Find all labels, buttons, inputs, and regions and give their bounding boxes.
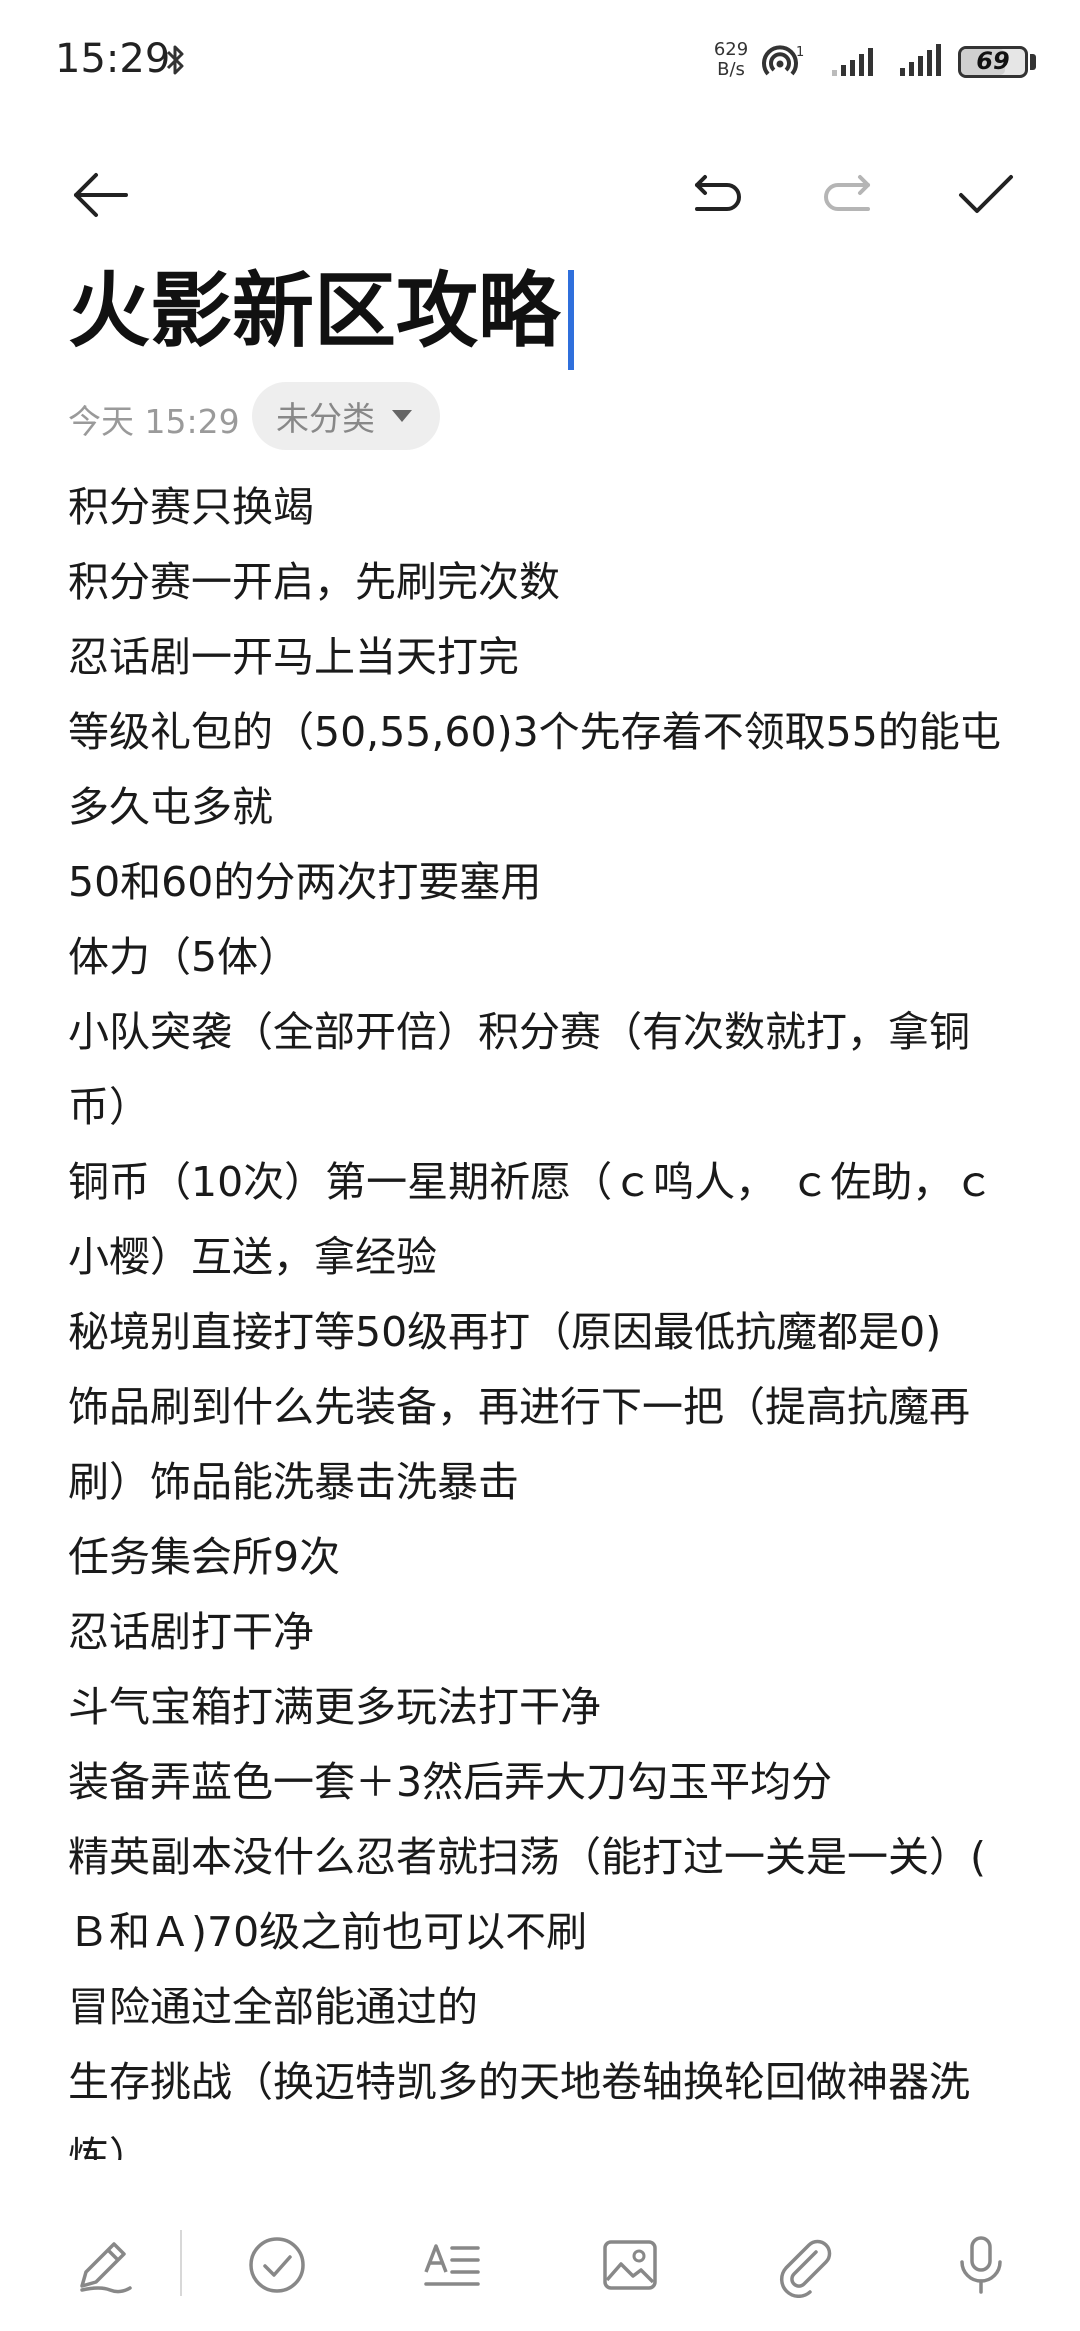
note-line: 冒险通过全部能通过的 — [68, 1983, 478, 2031]
note-line: 忍话剧打干净 — [68, 1608, 314, 1656]
status-time: 15:29 — [55, 36, 171, 82]
back-arrow-icon — [74, 173, 128, 217]
hotspot-icon: 1 — [762, 45, 804, 76]
note-line: 50和60的分两次打要塞用 — [68, 858, 542, 906]
note-line: 装备弄蓝色一套＋3然后弄大刀勾玉平均分 — [68, 1758, 833, 1806]
battery-tip — [1030, 54, 1036, 70]
note-line: 小队突袭（全部开倍）积分赛（有次数就打，拿铜币） — [68, 1008, 970, 1131]
note-line: 忍话剧一开马上当天打完 — [68, 633, 519, 681]
note-line: 积分赛一开启，先刷完次数 — [68, 558, 560, 606]
note-line: 积分赛只换竭 — [68, 483, 314, 531]
checklist-button[interactable] — [232, 2220, 322, 2310]
network-speed-unit: B/s — [717, 59, 745, 80]
battery-percent: 69 — [976, 47, 1010, 75]
attachment-button[interactable] — [760, 2220, 850, 2310]
bluetooth-icon — [166, 45, 184, 75]
network-speed-value: 629 — [713, 39, 749, 60]
note-body-editor[interactable]: 积分赛只换竭积分赛一开启，先刷完次数 忍话剧一开马上当天打完等级礼包的（50,55… — [68, 470, 1018, 2160]
redo-icon — [824, 175, 870, 211]
image-icon — [603, 2240, 657, 2290]
note-line: 斗气宝箱打满更多玩法打干净 — [68, 1683, 601, 1731]
pen-icon — [80, 2242, 132, 2294]
toolbar-divider — [180, 2230, 182, 2296]
note-line: 体力（5体） — [68, 933, 300, 981]
text-format-button[interactable] — [408, 2220, 498, 2310]
redo-button[interactable] — [805, 150, 895, 240]
back-button[interactable] — [55, 150, 145, 240]
editor-toolbar — [0, 150, 1080, 240]
microphone-icon — [960, 2236, 1002, 2294]
handwriting-button[interactable] — [58, 2220, 148, 2310]
voice-input-button[interactable] — [936, 2220, 1026, 2310]
battery-indicator: 69 — [958, 46, 1028, 78]
status-bar: 15:29 629 B/s 1 69 — [0, 0, 1080, 120]
checklist-icon — [249, 2237, 305, 2293]
signal-strength-sim1-icon — [832, 48, 873, 76]
note-line: 精英副本没什么忍者就扫荡（能打过一关是一关）( Ｂ和Ａ)70级之前也可以不刷 — [68, 1833, 986, 1956]
signal-strength-sim2-icon — [900, 44, 941, 76]
note-line: 秘境别直接打等50级再打（原因最低抗魔都是0) — [68, 1308, 942, 1356]
confirm-button[interactable] — [940, 150, 1030, 240]
text-cursor — [568, 270, 574, 370]
insert-image-button[interactable] — [585, 2220, 675, 2310]
network-speed: 629 B/s — [708, 40, 754, 80]
text-format-icon — [424, 2244, 480, 2286]
bottom-toolbar — [0, 2200, 1080, 2331]
note-line: 任务集会所9次 — [68, 1533, 341, 1581]
note-date: 今天 15:29 — [68, 402, 240, 441]
note-line: 等级礼包的（50,55,60)3个先存着不领取55的能屯多久屯多就 — [68, 708, 1001, 831]
caret-down-icon — [392, 410, 412, 422]
undo-button[interactable] — [670, 150, 760, 240]
attachment-icon — [780, 2239, 832, 2298]
undo-icon — [695, 175, 741, 211]
note-line: 铜币（10次）第一星期祈愿（ｃ鸣人， ｃ佐助，ｃ小樱）互送，拿经验 — [68, 1158, 995, 1281]
category-label: 未分类 — [276, 399, 375, 438]
category-dropdown[interactable]: 未分类 — [252, 382, 440, 450]
hotspot-count: 1 — [796, 45, 804, 60]
check-icon — [959, 175, 1013, 213]
note-title-field[interactable]: 火影新区攻略 — [68, 262, 560, 362]
note-line: 饰品刷到什么先装备，再进行下一把（提高抗魔再刷）饰品能洗暴击洗暴击 — [68, 1383, 970, 1506]
note-line: 生存挑战（换迈特凯多的天地卷轴换轮回做神器洗炼） — [68, 2058, 970, 2160]
